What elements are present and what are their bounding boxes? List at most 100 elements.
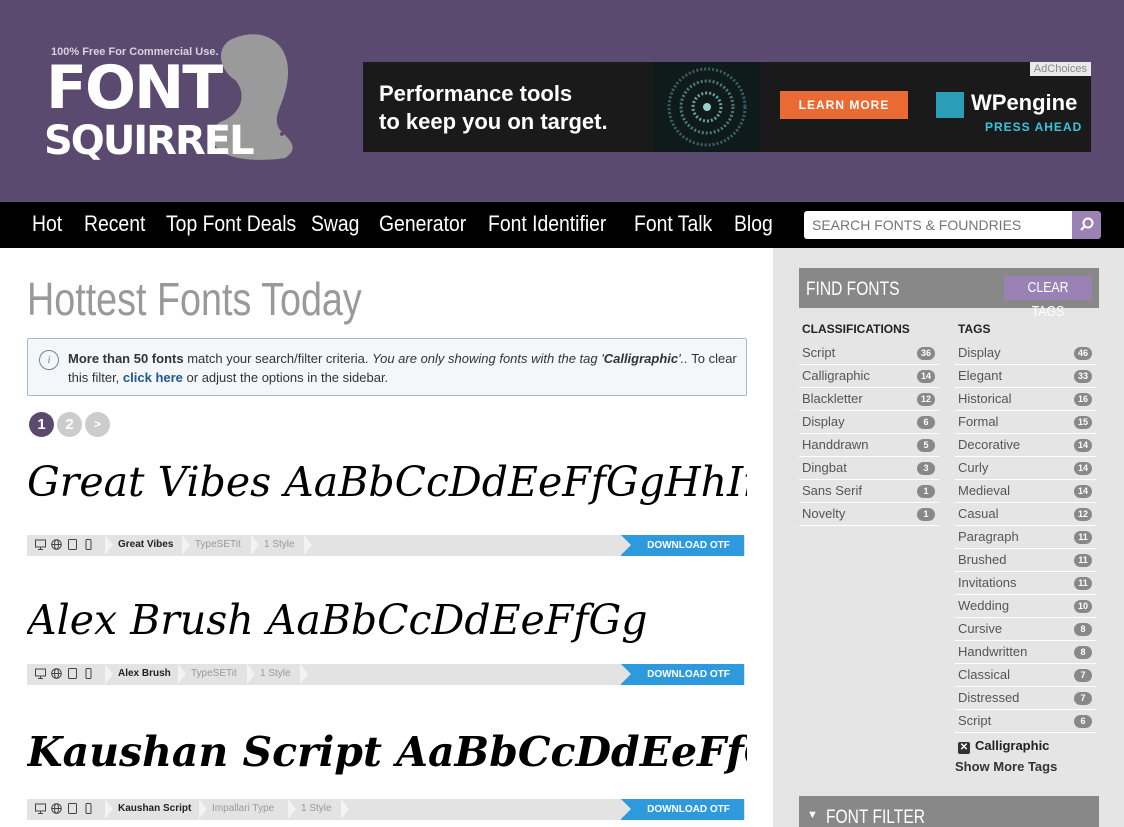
tablet-icon <box>68 539 77 550</box>
tag-item-invitations[interactable]: Invitations 11 <box>955 572 1096 595</box>
font-name[interactable]: Great Vibes <box>118 539 173 550</box>
nav-blog[interactable]: Blog <box>734 211 773 237</box>
classification-item-blackletter[interactable]: Blackletter 12 <box>799 388 939 411</box>
classifications-heading: CLASSIFICATIONS <box>802 322 910 336</box>
tag-item-brushed[interactable]: Brushed 11 <box>955 549 1096 572</box>
nav-recent[interactable]: Recent <box>84 211 145 237</box>
download-otf-button[interactable]: DOWNLOAD OTF <box>621 799 744 820</box>
ad-target-graphic <box>653 62 761 152</box>
tag-item-formal[interactable]: Formal 15 <box>955 411 1096 434</box>
classification-item-label: Script <box>802 345 836 360</box>
tag-item-handwritten[interactable]: Handwritten 8 <box>955 641 1096 664</box>
search-button[interactable] <box>1072 211 1101 239</box>
classification-item-label: Sans Serif <box>802 483 862 498</box>
tags-heading: TAGS <box>958 322 991 336</box>
page-1-button[interactable]: 1 <box>29 412 54 437</box>
download-otf-button[interactable]: DOWNLOAD OTF <box>621 535 744 556</box>
find-fonts-title: FIND FONTS <box>806 279 900 300</box>
nav-font-talk[interactable]: Font Talk <box>634 211 712 237</box>
tag-item-count-badge: 7 <box>1074 669 1092 682</box>
show-more-tags-link[interactable]: Show More Tags <box>955 759 1057 774</box>
web-icon <box>51 668 62 679</box>
clear-filter-link[interactable]: click here <box>123 370 183 385</box>
font-squirrel-logo[interactable]: 100% Free For Commercial Use. FONT SQUIR… <box>40 30 305 170</box>
classification-item-novelty[interactable]: Novelty 1 <box>799 503 939 526</box>
classification-item-count-badge: 14 <box>917 370 935 383</box>
classification-item-count-badge: 5 <box>917 439 935 452</box>
classification-item-dingbat[interactable]: Dingbat 3 <box>799 457 939 480</box>
font-styles[interactable]: 1 Style <box>264 539 295 550</box>
tag-item-curly[interactable]: Curly 14 <box>955 457 1096 480</box>
search-icon <box>1080 217 1094 231</box>
remove-tag-icon[interactable]: ✕ <box>958 742 970 754</box>
font-sample-kaushan-script[interactable]: Kaushan Script AaBbCcDdEeFfGgHhIi <box>27 728 747 776</box>
logo-word-squirrel: SQUIRREL <box>44 118 255 164</box>
tag-item-elegant[interactable]: Elegant 33 <box>955 365 1096 388</box>
classification-item-label: Novelty <box>802 506 846 521</box>
next-page-button[interactable]: > <box>85 412 110 437</box>
classification-item-label: Display <box>802 414 845 429</box>
classification-item-sans-serif[interactable]: Sans Serif 1 <box>799 480 939 503</box>
nav-hot[interactable]: Hot <box>32 211 62 237</box>
tag-item-label: Decorative <box>958 437 1021 452</box>
page-title: Hottest Fonts Today <box>27 273 362 325</box>
tag-item-count-badge: 14 <box>1074 485 1092 498</box>
classification-item-count-badge: 1 <box>917 508 935 521</box>
tag-item-label: Distressed <box>958 690 1020 705</box>
tablet-icon <box>68 668 77 679</box>
font-name[interactable]: Alex Brush <box>118 668 171 679</box>
tag-item-cursive[interactable]: Cursive 8 <box>955 618 1096 641</box>
font-sample-great-vibes[interactable]: Great Vibes AaBbCcDdEeFfGgHhIi <box>27 458 747 506</box>
tag-item-casual[interactable]: Casual 12 <box>955 503 1096 526</box>
page-2-button[interactable]: 2 <box>57 412 82 437</box>
tag-item-classical[interactable]: Classical 7 <box>955 664 1096 687</box>
nav-font-identifier[interactable]: Font Identifier <box>488 211 606 237</box>
tag-item-distressed[interactable]: Distressed 7 <box>955 687 1096 710</box>
ad-banner[interactable]: Performance tools to keep you on target.… <box>363 62 1091 152</box>
nav-swag[interactable]: Swag <box>311 211 359 237</box>
tag-item-script[interactable]: Script 6 <box>955 710 1096 733</box>
phone-icon <box>85 803 92 814</box>
download-otf-button[interactable]: DOWNLOAD OTF <box>621 664 744 685</box>
font-foundry[interactable]: TypeSETit <box>191 668 237 679</box>
classification-item-calligraphic[interactable]: Calligraphic 14 <box>799 365 939 388</box>
tag-item-medieval[interactable]: Medieval 14 <box>955 480 1096 503</box>
tag-item-count-badge: 16 <box>1074 393 1092 406</box>
font-name[interactable]: Kaushan Script <box>118 803 191 814</box>
web-icon <box>51 539 62 550</box>
tag-item-label: Elegant <box>958 368 1003 383</box>
classification-item-count-badge: 36 <box>917 347 935 360</box>
classification-item-script[interactable]: Script 36 <box>799 342 939 365</box>
tag-item-count-badge: 10 <box>1074 600 1092 613</box>
tag-item-display[interactable]: Display 46 <box>955 342 1096 365</box>
tag-item-label: Brushed <box>958 552 1007 567</box>
ad-learn-more-button[interactable]: LEARN MORE <box>780 91 908 119</box>
tag-item-paragraph[interactable]: Paragraph 11 <box>955 526 1096 549</box>
active-tag[interactable]: ✕ Calligraphic <box>958 738 1049 754</box>
site-header: 100% Free For Commercial Use. FONT SQUIR… <box>0 0 1124 202</box>
ad-headline: Performance tools to keep you on target. <box>379 81 608 134</box>
clear-tags-button[interactable]: CLEAR TAGS <box>1004 276 1092 320</box>
font-sample-alex-brush[interactable]: Alex Brush AaBbCcDdEeFfGg <box>27 596 747 644</box>
classification-item-count-badge: 3 <box>917 462 935 475</box>
nav-generator[interactable]: Generator <box>379 211 466 237</box>
classification-item-handdrawn[interactable]: Handdrawn 5 <box>799 434 939 457</box>
tag-item-historical[interactable]: Historical 16 <box>955 388 1096 411</box>
classification-item-display[interactable]: Display 6 <box>799 411 939 434</box>
tag-item-count-badge: 12 <box>1074 508 1092 521</box>
search-input[interactable] <box>804 211 1072 239</box>
nav-top-font-deals[interactable]: Top Font Deals <box>166 211 296 237</box>
font-styles[interactable]: 1 Style <box>301 803 332 814</box>
classification-item-count-badge: 6 <box>917 416 935 429</box>
tag-item-count-badge: 46 <box>1074 347 1092 360</box>
tag-item-decorative[interactable]: Decorative 14 <box>955 434 1096 457</box>
tag-item-wedding[interactable]: Wedding 10 <box>955 595 1096 618</box>
adchoices-link[interactable]: AdChoices <box>1029 62 1091 76</box>
device-icons <box>35 668 94 679</box>
tag-item-label: Script <box>958 713 992 728</box>
font-foundry[interactable]: TypeSETit <box>195 539 241 550</box>
desktop-icon <box>35 539 46 550</box>
font-filter-header[interactable]: ▼ FONT FILTER <box>799 796 1099 827</box>
font-foundry[interactable]: Impallari Type <box>212 803 274 814</box>
font-styles[interactable]: 1 Style <box>260 668 291 679</box>
